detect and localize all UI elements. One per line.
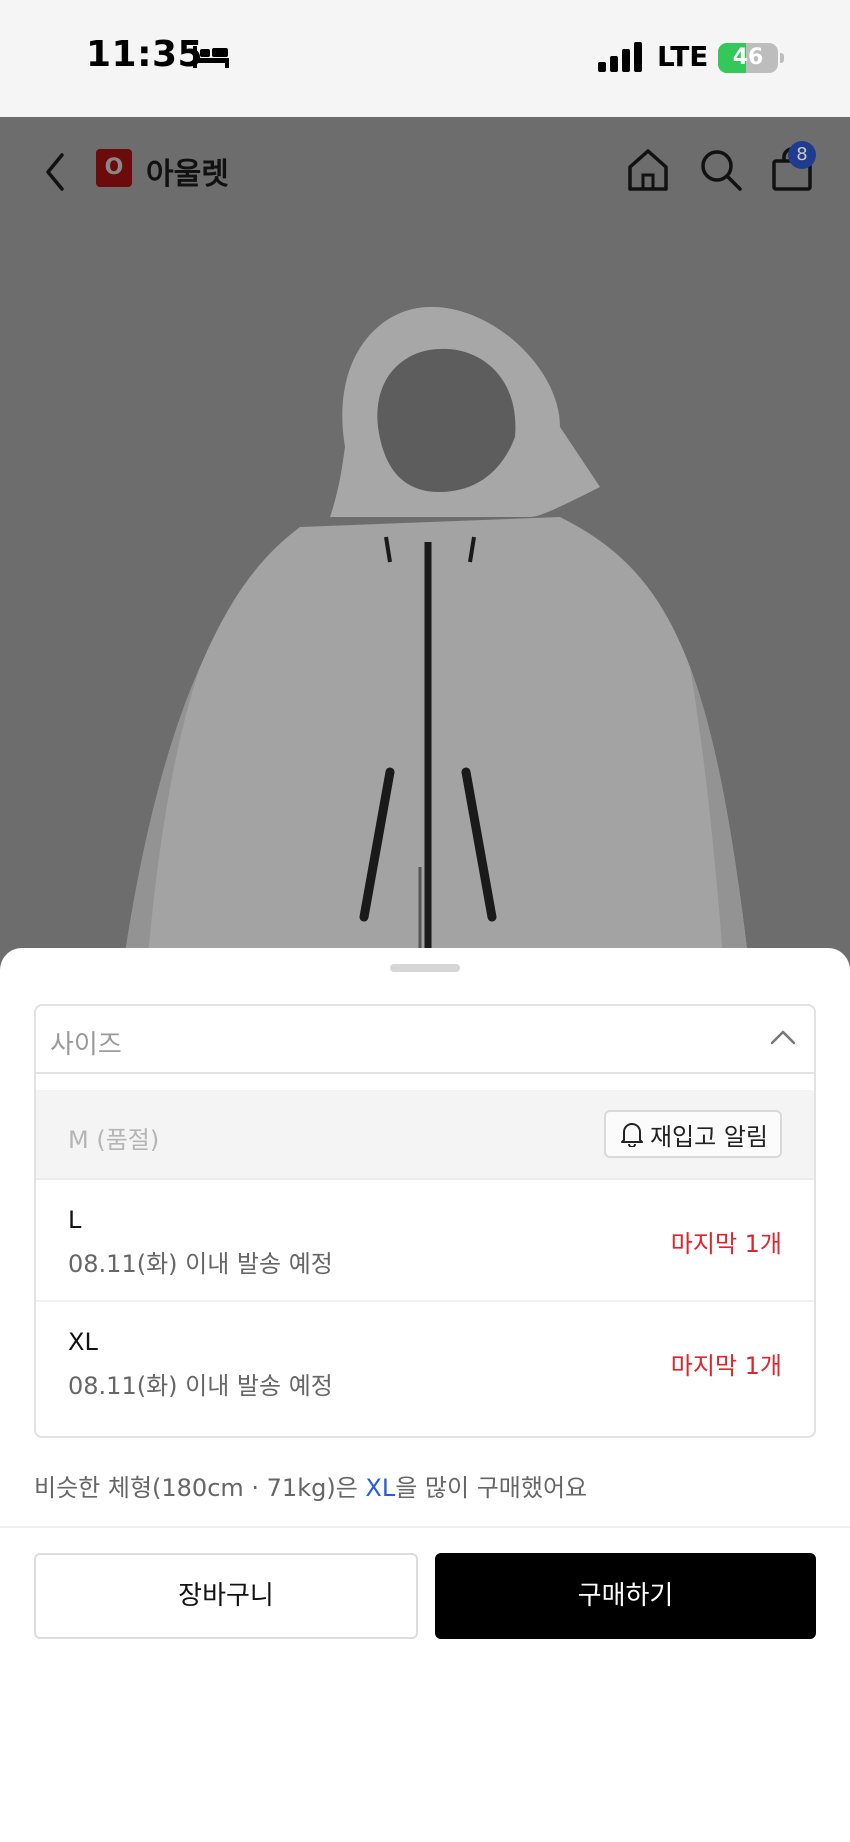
shipping-estimate: 08.11(화) 이내 발송 예정 [68, 1372, 333, 1400]
shipping-estimate: 08.11(화) 이내 발송 예정 [68, 1250, 333, 1278]
buy-now-button[interactable]: 구매하기 [435, 1553, 816, 1639]
sheet-drag-handle[interactable] [390, 964, 460, 972]
recommendation-prefix: 비슷한 체형(180cm · 71kg)은 [34, 1474, 366, 1502]
home-icon[interactable] [626, 147, 670, 193]
add-to-cart-button[interactable]: 장바구니 [34, 1553, 418, 1639]
cellular-signal-icon [598, 42, 642, 72]
size-dropdown-label: 사이즈 [50, 1030, 122, 1060]
option-bottom-sheet: 사이즈 M (품절) 재입고 알림 L 08.11(화) 이내 발송 예정 마지… [0, 948, 850, 1842]
network-type: LTE [657, 40, 709, 73]
status-bar: 11:35 LTE 46 [0, 0, 850, 117]
chevron-up-icon [770, 1030, 796, 1045]
size-option-m: M (품절) 재입고 알림 [36, 1090, 814, 1180]
back-arrow-icon[interactable] [40, 147, 70, 197]
size-option-label: XL [68, 1328, 98, 1356]
size-option-label: L [68, 1206, 82, 1234]
size-option-l[interactable]: L 08.11(화) 이내 발송 예정 마지막 1개 [36, 1182, 814, 1302]
size-option-xl[interactable]: XL 08.11(화) 이내 발송 예정 마지막 1개 [36, 1304, 814, 1424]
status-time: 11:35 [86, 34, 204, 75]
battery-icon: 46 [718, 43, 778, 73]
size-dropdown: 사이즈 M (품절) 재입고 알림 L 08.11(화) 이내 발송 예정 마지… [34, 1004, 816, 1438]
search-icon[interactable] [698, 147, 744, 193]
sleep-mode-icon [193, 46, 229, 68]
size-option-label: M (품절) [68, 1126, 160, 1154]
bell-icon [620, 1123, 643, 1147]
stock-status: 마지막 1개 [670, 1230, 782, 1258]
divider [0, 1526, 850, 1528]
brand-logo[interactable]: O [96, 149, 132, 187]
battery-cap [780, 53, 784, 63]
size-dropdown-header[interactable]: 사이즈 [36, 1006, 814, 1074]
cart-count-badge: 8 [788, 141, 816, 169]
size-recommendation: 비슷한 체형(180cm · 71kg)은 XL을 많이 구매했어요 [34, 1468, 587, 1503]
brand-name[interactable]: 아울렛 [146, 149, 229, 193]
stock-status: 마지막 1개 [670, 1352, 782, 1380]
recommendation-suffix: 을 많이 구매했어요 [395, 1474, 588, 1502]
restock-alert-button[interactable]: 재입고 알림 [603, 1110, 782, 1158]
battery-percent: 46 [732, 45, 764, 70]
recommended-size: XL [365, 1474, 396, 1502]
restock-alert-label: 재입고 알림 [649, 1122, 768, 1151]
